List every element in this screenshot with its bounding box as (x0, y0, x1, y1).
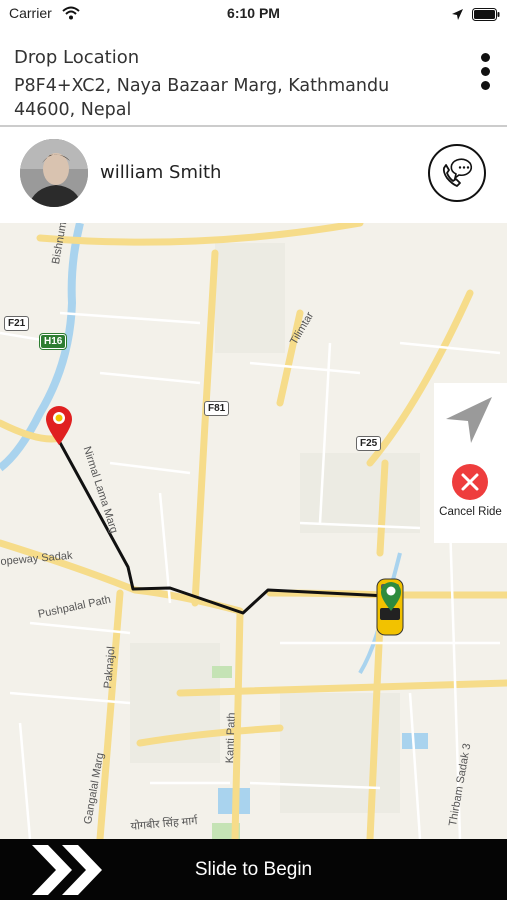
navigation-arrow-icon (446, 397, 492, 443)
status-bar: Carrier 6:10 PM (0, 0, 507, 28)
phone-chat-icon (442, 158, 473, 187)
drop-location-header: Drop Location P8F4+XC2, Naya Bazaar Marg… (0, 44, 507, 125)
double-chevron-right-icon (32, 845, 102, 895)
more-options-button[interactable] (470, 49, 500, 93)
call-chat-button[interactable] (428, 144, 486, 202)
close-icon (452, 464, 488, 500)
drop-location-title: Drop Location (14, 47, 140, 68)
location-arrow-icon (451, 6, 464, 25)
driver-info-row: william Smith (0, 127, 507, 223)
cancel-ride-button[interactable]: Cancel Ride (434, 461, 507, 543)
slide-to-begin-bar[interactable]: Slide to Begin (0, 839, 507, 900)
more-vertical-icon-dot (481, 67, 490, 76)
taxi-car-icon (376, 578, 404, 636)
route-map[interactable]: Bishnumati Tilimtar Nirmal Lama Marg ope… (0, 223, 507, 839)
more-vertical-icon-dot (481, 81, 490, 90)
battery-icon (472, 6, 500, 25)
road-badge-f81: F81 (204, 401, 230, 416)
map-label-kanti-path: Kanti Path (224, 712, 238, 764)
drop-location-address: P8F4+XC2, Naya Bazaar Marg, Kathmandu 44… (14, 76, 390, 120)
map-side-panel: Cancel Ride (434, 383, 507, 543)
more-vertical-icon (481, 53, 490, 62)
map-canvas (0, 223, 507, 839)
slide-handle[interactable] (28, 841, 110, 899)
status-time: 6:10 PM (227, 5, 280, 21)
road-badge-f25: F25 (356, 436, 382, 451)
road-badge-f21: F21 (4, 316, 30, 331)
driver-name: william Smith (100, 162, 222, 183)
driver-avatar (20, 139, 88, 207)
road-badge-h16: H16 (40, 334, 67, 349)
recenter-button[interactable] (434, 383, 507, 458)
cancel-ride-label: Cancel Ride (439, 506, 502, 518)
